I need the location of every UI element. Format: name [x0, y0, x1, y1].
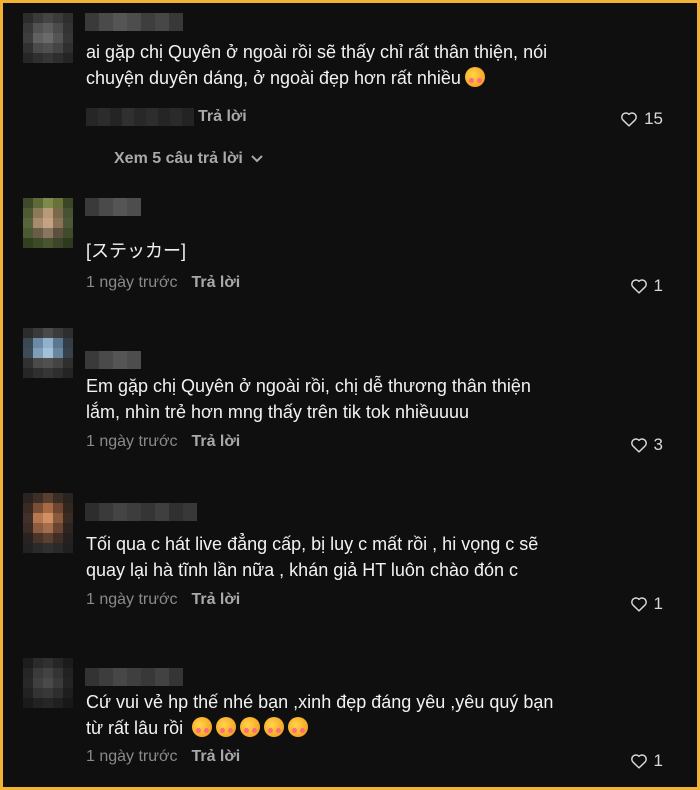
avatar[interactable]	[23, 198, 73, 248]
chevron-down-icon	[251, 155, 263, 163]
like-button[interactable]: 1	[630, 594, 663, 614]
reply-button[interactable]: Trả lời	[191, 748, 240, 766]
heart-outline-icon	[630, 438, 647, 453]
avatar[interactable]	[23, 328, 73, 378]
timestamp: 1 ngày trước	[86, 433, 178, 450]
comment-meta: 1 ngày trước Trả lời	[86, 274, 240, 292]
avatar[interactable]	[23, 493, 73, 553]
comment-meta: Trả lời	[86, 108, 247, 126]
view-replies-button[interactable]: Xem 5 câu trả lời	[114, 150, 263, 168]
timestamp-blurred	[86, 108, 194, 126]
comment-text: Em gặp chị Quyên ở ngoài rồi, chị dễ thư…	[86, 376, 531, 422]
username-blurred[interactable]	[85, 668, 183, 686]
reply-button[interactable]: Trả lời	[191, 433, 240, 451]
comment-text: Tối qua c hát live đẳng cấp, bị luỵ c mấ…	[86, 534, 539, 580]
smiling-face-with-hearts-emoji	[192, 717, 213, 737]
comment-meta: 1 ngày trước Trả lời	[86, 748, 240, 766]
like-button[interactable]: 15	[620, 109, 663, 129]
like-count: 1	[653, 276, 663, 295]
reply-button[interactable]: Trả lời	[191, 274, 240, 292]
username-blurred[interactable]	[85, 503, 197, 521]
like-button[interactable]: 1	[630, 751, 663, 771]
like-button[interactable]: 3	[630, 435, 663, 455]
avatar[interactable]	[23, 13, 73, 63]
avatar[interactable]	[23, 658, 73, 708]
comment-text: ai gặp chị Quyên ở ngoài rồi sẽ thấy chỉ…	[86, 42, 548, 88]
username-blurred[interactable]	[85, 198, 141, 216]
like-count: 1	[653, 594, 663, 613]
comment-item: [ステッカー] 1 ngày trước Trả lời 1	[23, 198, 683, 308]
like-count: 3	[653, 435, 663, 454]
username-blurred[interactable]	[85, 351, 141, 369]
timestamp: 1 ngày trước	[86, 748, 178, 765]
like-button[interactable]: 1	[630, 276, 663, 296]
comment-item: Cứ vui vẻ hp thế nhé bạn ,xinh đẹp đáng …	[23, 658, 683, 787]
view-replies-label: Xem 5 câu trả lời	[114, 150, 243, 167]
comment-meta: 1 ngày trước Trả lời	[86, 591, 240, 609]
comment-item: Tối qua c hát live đẳng cấp, bị luỵ c mấ…	[23, 493, 683, 633]
smiling-face-with-hearts-emoji	[264, 717, 285, 737]
comment-item: Em gặp chị Quyên ở ngoài rồi, chị dễ thư…	[23, 328, 683, 468]
heart-outline-icon	[621, 112, 637, 127]
smiling-face-with-hearts-emoji	[240, 717, 261, 737]
smiling-face-with-hearts-emoji	[216, 717, 237, 737]
like-count: 1	[653, 751, 663, 770]
timestamp: 1 ngày trước	[86, 274, 178, 291]
comment-text: Cứ vui vẻ hp thế nhé bạn ,xinh đẹp đáng …	[86, 692, 554, 738]
smiling-face-with-hearts-emoji	[288, 717, 309, 737]
reply-button[interactable]: Trả lời	[198, 108, 247, 126]
comment-meta: 1 ngày trước Trả lời	[86, 433, 240, 451]
reply-button[interactable]: Trả lời	[191, 591, 240, 609]
smiling-face-with-hearts-emoji	[464, 67, 485, 87]
comment-text: [ステッカー]	[86, 241, 187, 261]
username-blurred[interactable]	[85, 13, 183, 31]
heart-outline-icon	[630, 597, 647, 612]
timestamp: 1 ngày trước	[86, 591, 178, 608]
heart-outline-icon	[630, 279, 647, 294]
comment-thread: ai gặp chị Quyên ở ngoài rồi sẽ thấy chỉ…	[0, 0, 700, 790]
like-count: 15	[644, 109, 663, 128]
heart-outline-icon	[630, 754, 647, 769]
